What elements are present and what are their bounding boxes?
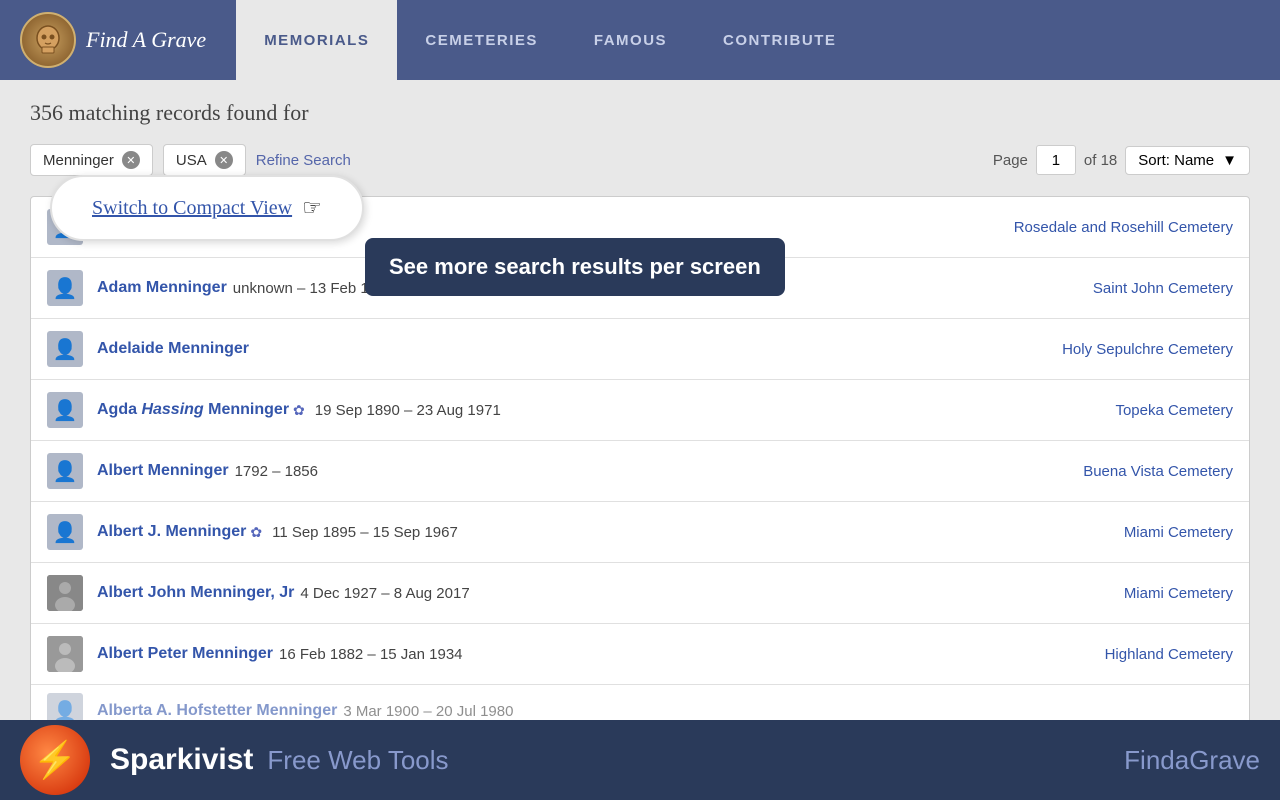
- nav-item-memorials[interactable]: MEMORIALS: [236, 0, 397, 80]
- result-dates: 1792 – 1856: [235, 463, 318, 480]
- tooltip-text: See more search results per screen: [389, 254, 761, 279]
- footer-logo: ⚡: [20, 725, 90, 795]
- result-name[interactable]: Albert John Menninger, Jr: [97, 584, 294, 602]
- cursor-icon: ☞: [302, 195, 322, 221]
- person-icon: 👤: [53, 520, 78, 545]
- result-dates: 3 Mar 1900 – 20 Jul 1980: [343, 703, 513, 720]
- sort-label: Sort: Name: [1138, 152, 1214, 169]
- results-description: matching records found for: [69, 100, 309, 125]
- person-icon: 👤: [53, 337, 78, 362]
- filter-menninger-remove[interactable]: ✕: [122, 151, 140, 169]
- table-row: 👤 Agda Hassing Menninger ✿ 19 Sep 1890 –…: [31, 380, 1249, 441]
- table-row: 👤 Albert J. Menninger ✿ 11 Sep 1895 – 15…: [31, 502, 1249, 563]
- cemetery-name[interactable]: Rosedale and Rosehill Cemetery: [1014, 219, 1233, 236]
- table-row: 👤 Albert Menninger 1792 – 1856 Buena Vis…: [31, 441, 1249, 502]
- cemetery-name[interactable]: Holy Sepulchre Cemetery: [1062, 341, 1233, 358]
- logo-area[interactable]: Find A Grave: [20, 12, 206, 68]
- of-pages: of 18: [1084, 152, 1117, 169]
- table-row: 👤 Adelaide Menninger Holy Sepulchre Ceme…: [31, 319, 1249, 380]
- result-name[interactable]: Alberta A. Hofstetter Menninger: [97, 702, 337, 720]
- footer-tagline: Free Web Tools: [267, 745, 448, 776]
- page-input[interactable]: [1036, 145, 1076, 175]
- cemetery-name[interactable]: Saint John Cemetery: [1093, 280, 1233, 297]
- avatar-photo: [47, 575, 83, 611]
- footer-brand: Sparkivist: [110, 743, 253, 777]
- person-icon: 👤: [53, 398, 78, 423]
- filter-usa-label: USA: [176, 152, 207, 169]
- cemetery-name[interactable]: Miami Cemetery: [1124, 585, 1233, 602]
- logo-text: Find A Grave: [86, 27, 206, 53]
- compact-view-bubble: Switch to Compact View ☞: [50, 175, 364, 241]
- avatar: 👤: [47, 453, 83, 489]
- refine-search-link[interactable]: Refine Search: [256, 152, 351, 169]
- avatar-photo: [47, 636, 83, 672]
- filter-menninger[interactable]: Menninger ✕: [30, 144, 153, 176]
- person-icon: 👤: [53, 459, 78, 484]
- pagination-area: Page of 18 Sort: Name ▼: [993, 145, 1250, 175]
- result-dates: 4 Dec 1927 – 8 Aug 2017: [300, 585, 469, 602]
- result-name[interactable]: Albert Menninger: [97, 462, 229, 480]
- table-row: Albert Peter Menninger 16 Feb 1882 – 15 …: [31, 624, 1249, 685]
- footer-logo-circle: ⚡: [20, 725, 90, 795]
- cemetery-name[interactable]: Highland Cemetery: [1105, 646, 1233, 663]
- compact-view-link[interactable]: Switch to Compact View: [92, 197, 292, 220]
- logo-icon: [20, 12, 76, 68]
- flower-icon: ✿: [250, 524, 262, 541]
- footer-bar: ⚡ Sparkivist Free Web Tools FindaGrave: [0, 720, 1280, 800]
- tooltip: See more search results per screen: [365, 238, 785, 296]
- filter-usa-remove[interactable]: ✕: [215, 151, 233, 169]
- avatar: 👤: [47, 392, 83, 428]
- cemetery-name[interactable]: Miami Cemetery: [1124, 524, 1233, 541]
- result-name[interactable]: Adam Menninger: [97, 279, 227, 297]
- flower-icon: ✿: [293, 402, 305, 419]
- sort-dropdown[interactable]: Sort: Name ▼: [1125, 146, 1250, 175]
- nav-item-contribute[interactable]: CONTRIBUTE: [695, 0, 864, 80]
- nav-item-cemeteries[interactable]: CEMETERIES: [397, 0, 566, 80]
- results-count: 356: [30, 100, 63, 125]
- cemetery-name[interactable]: Topeka Cemetery: [1115, 402, 1233, 419]
- result-dates: 11 Sep 1895 – 15 Sep 1967: [272, 524, 458, 541]
- result-dates: 19 Sep 1890 – 23 Aug 1971: [315, 402, 501, 419]
- result-name[interactable]: Albert Peter Menninger: [97, 645, 273, 663]
- results-header: 356 matching records found for: [30, 100, 1250, 126]
- filter-usa[interactable]: USA ✕: [163, 144, 246, 176]
- chevron-down-icon: ▼: [1222, 152, 1237, 169]
- table-row: Albert John Menninger, Jr 4 Dec 1927 – 8…: [31, 563, 1249, 624]
- avatar: 👤: [47, 514, 83, 550]
- filter-row: Menninger ✕ USA ✕ Refine Search Page of …: [30, 144, 1250, 176]
- avatar: 👤: [47, 270, 83, 306]
- result-name[interactable]: Albert J. Menninger: [97, 523, 246, 541]
- person-icon: 👤: [53, 276, 78, 301]
- cemetery-name[interactable]: Buena Vista Cemetery: [1083, 463, 1233, 480]
- nav-item-famous[interactable]: FAMOUS: [566, 0, 695, 80]
- main-content: 356 matching records found for Menninger…: [0, 80, 1280, 800]
- result-dates: 16 Feb 1882 – 15 Jan 1934: [279, 646, 463, 663]
- nav-bar: Find A Grave MEMORIALS CEMETERIES FAMOUS…: [0, 0, 1280, 80]
- nav-items: MEMORIALS CEMETERIES FAMOUS CONTRIBUTE: [236, 0, 864, 80]
- result-name[interactable]: Adelaide Menninger: [97, 340, 249, 358]
- footer-right: FindaGrave: [1124, 745, 1260, 776]
- filter-menninger-label: Menninger: [43, 152, 114, 169]
- result-name[interactable]: Agda Hassing Menninger: [97, 401, 289, 419]
- avatar: 👤: [47, 331, 83, 367]
- page-label: Page: [993, 152, 1028, 169]
